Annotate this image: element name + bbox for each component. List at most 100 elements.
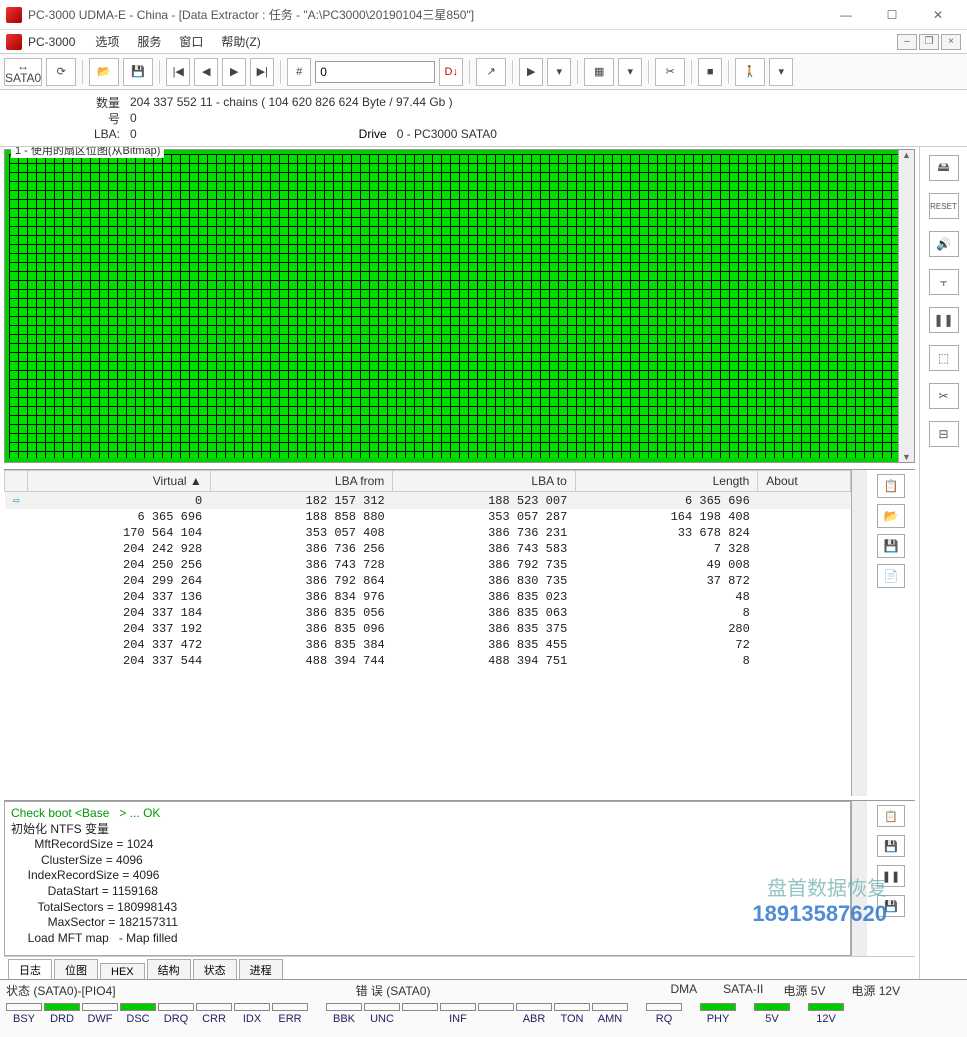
table-row[interactable]: 204 337 184386 835 056386 835 0638 — [5, 605, 851, 621]
table-copy-icon[interactable]: 📋 — [877, 474, 905, 498]
status-group2-label: 错 误 (SATA0) — [356, 982, 431, 999]
table-open-icon[interactable]: 📂 — [877, 504, 905, 528]
table-row[interactable]: 204 337 192386 835 096386 835 375280 — [5, 621, 851, 637]
table-dropdown-icon[interactable]: ▾ — [618, 58, 642, 86]
exit-dropdown-icon[interactable]: ▾ — [769, 58, 793, 86]
status-flag: DRD — [44, 1003, 80, 1025]
chip-icon[interactable]: ⬚ — [929, 345, 959, 371]
cut-icon[interactable]: ✂ — [929, 383, 959, 409]
tab-bitmap[interactable]: 位图 — [54, 959, 98, 980]
position-input[interactable] — [315, 61, 435, 83]
tab-hex[interactable]: HEX — [100, 963, 145, 980]
minimize-button[interactable]: — — [823, 0, 869, 30]
app-icon — [6, 7, 22, 23]
qty-label: 数量 — [10, 94, 130, 111]
table-row[interactable]: 170 564 104353 057 408386 736 23133 678 … — [5, 525, 851, 541]
brand-label: PC-3000 — [28, 35, 75, 49]
capacitor-icon[interactable]: ⫟ — [929, 269, 959, 295]
window-title: PC-3000 UDMA-E - China - [Data Extractor… — [28, 6, 823, 23]
prev-icon[interactable]: ◀ — [194, 58, 218, 86]
status-flag: 12V — [808, 1003, 844, 1025]
drive-value: 0 - PC3000 SATA0 — [397, 127, 497, 141]
status-flag — [402, 1003, 438, 1025]
play-icon[interactable]: ▶ — [519, 58, 543, 86]
open-icon[interactable]: 📂 — [89, 58, 119, 86]
stop-icon[interactable]: ■ — [698, 58, 722, 86]
menu-bar: PC-3000 选项 服务 窗口 帮助(Z) – ❐ × — [0, 30, 967, 54]
sata-button[interactable]: ↔SATA0 — [4, 58, 42, 86]
qty-value: 204 337 552 11 - chains ( 104 620 826 62… — [130, 95, 453, 109]
status-flag: 5V — [754, 1003, 790, 1025]
col-header[interactable]: LBA from — [210, 471, 393, 492]
status-bar: 状态 (SATA0)-[PIO4] 错 误 (SATA0) DMA SATA-I… — [0, 979, 967, 1037]
mdi-minimize[interactable]: – — [897, 34, 917, 50]
goto-icon[interactable]: D↓ — [439, 58, 463, 86]
mdi-restore[interactable]: ❐ — [919, 34, 939, 50]
bitmap-scrollbar[interactable] — [898, 150, 914, 462]
table-icon[interactable]: ▦ — [584, 58, 614, 86]
play-dropdown-icon[interactable]: ▾ — [547, 58, 571, 86]
info-panel: 数量 204 337 552 11 - chains ( 104 620 826… — [0, 90, 967, 147]
chain-table-panel: Virtual ▲LBA fromLBA toLengthAbout ⇨0182… — [4, 469, 915, 796]
status-flag: IDX — [234, 1003, 270, 1025]
log-copy-icon[interactable]: 📋 — [877, 805, 905, 827]
tab-process[interactable]: 进程 — [239, 959, 283, 980]
menu-services[interactable]: 服务 — [129, 31, 169, 52]
first-icon[interactable]: |◀ — [166, 58, 190, 86]
col-header[interactable]: LBA to — [393, 471, 576, 492]
table-row[interactable]: 204 337 544488 394 744488 394 7518 — [5, 653, 851, 669]
table-row[interactable]: 6 365 696188 858 880353 057 287164 198 4… — [5, 509, 851, 525]
table-doc-icon[interactable]: 📄 — [877, 564, 905, 588]
tab-status[interactable]: 状态 — [193, 959, 237, 980]
chain-table[interactable]: Virtual ▲LBA fromLBA toLengthAbout ⇨0182… — [4, 470, 851, 669]
maximize-button[interactable]: ☐ — [869, 0, 915, 30]
lba-label: LBA: — [10, 127, 130, 141]
log-save-icon[interactable]: 💾 — [877, 835, 905, 857]
close-button[interactable]: ✕ — [915, 0, 961, 30]
save-icon[interactable]: 💾 — [123, 58, 153, 86]
export-icon[interactable]: ↗ — [476, 58, 506, 86]
col-header[interactable]: About — [758, 471, 851, 492]
exit-icon[interactable]: 🚶 — [735, 58, 765, 86]
log-pause-icon[interactable]: ❚❚ — [877, 865, 905, 887]
reset-icon[interactable]: RESET — [929, 193, 959, 219]
status-flag: ERR — [272, 1003, 308, 1025]
table-row[interactable]: 204 250 256386 743 728386 792 73549 008 — [5, 557, 851, 573]
refresh-icon[interactable]: ⟳ — [46, 58, 76, 86]
menu-help[interactable]: 帮助(Z) — [213, 31, 268, 52]
log-scrollbar[interactable] — [851, 801, 867, 956]
bitmap-canvas[interactable] — [9, 154, 898, 458]
table-row[interactable]: 204 337 136386 834 976386 835 02348 — [5, 589, 851, 605]
col-header[interactable]: Length — [575, 471, 758, 492]
table-scrollbar[interactable] — [851, 470, 867, 796]
connector-icon[interactable]: ⊟ — [929, 421, 959, 447]
status-flag: DSC — [120, 1003, 156, 1025]
table-row[interactable]: 204 299 264386 792 864386 830 73537 872 — [5, 573, 851, 589]
sound-icon[interactable]: 🔊 — [929, 231, 959, 257]
menu-window[interactable]: 窗口 — [171, 31, 211, 52]
num-label: 号 — [10, 110, 130, 127]
status-flag: DWF — [82, 1003, 118, 1025]
drive-label: Drive — [337, 127, 397, 141]
table-row[interactable]: 204 337 472386 835 384386 835 45572 — [5, 637, 851, 653]
next-icon[interactable]: ▶ — [222, 58, 246, 86]
mdi-close[interactable]: × — [941, 34, 961, 50]
log-text[interactable]: Check boot <Base > ... OK 初始化 NTFS 变量 Mf… — [4, 801, 851, 956]
status-flag: DRQ — [158, 1003, 194, 1025]
menu-options[interactable]: 选项 — [87, 31, 127, 52]
pause-icon[interactable]: ❚❚ — [929, 307, 959, 333]
tab-log[interactable]: 日志 — [8, 959, 52, 980]
drive-icon[interactable]: 🖴 — [929, 155, 959, 181]
tab-struct[interactable]: 结构 — [147, 959, 191, 980]
status-flag — [478, 1003, 514, 1025]
log-save2-icon[interactable]: 💾 — [877, 895, 905, 917]
tools-icon[interactable]: ✂ — [655, 58, 685, 86]
col-header[interactable]: Virtual ▲ — [28, 471, 211, 492]
status-flag: TON — [554, 1003, 590, 1025]
table-save-icon[interactable]: 💾 — [877, 534, 905, 558]
lba-value: 0 — [130, 127, 137, 141]
grid-icon[interactable]: # — [287, 58, 311, 86]
table-row[interactable]: ⇨0182 157 312188 523 0076 365 696 — [5, 492, 851, 510]
table-row[interactable]: 204 242 928386 736 256386 743 5837 328 — [5, 541, 851, 557]
last-icon[interactable]: ▶| — [250, 58, 274, 86]
